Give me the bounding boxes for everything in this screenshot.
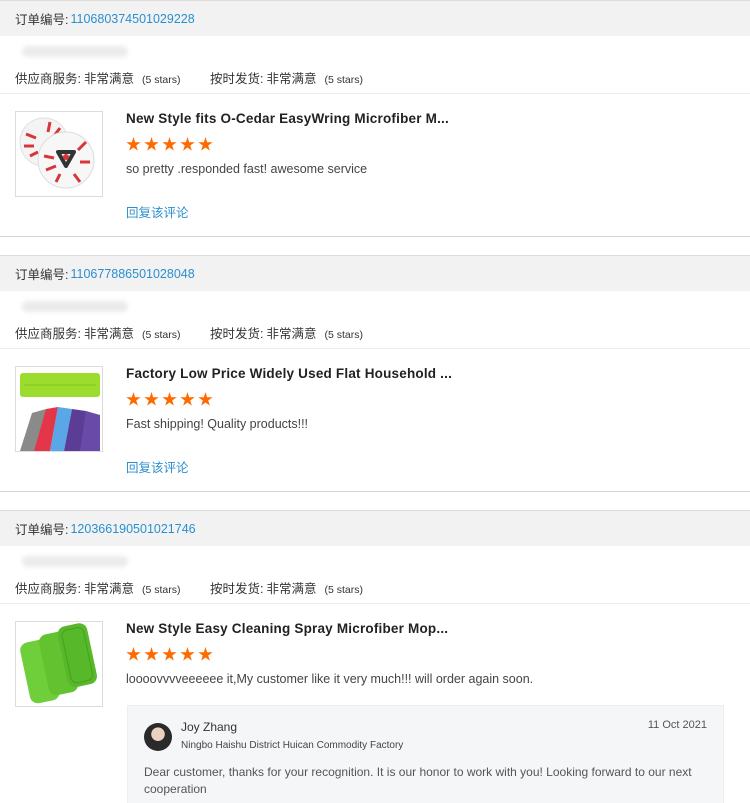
buyer-ratings-row: 供应商服务: 非常满意 (5 stars) 按时发货: 非常满意 (5 star… [0, 36, 750, 94]
on-time-label: 按时发货: [210, 72, 264, 86]
star-rating [126, 647, 213, 662]
star-icon [198, 137, 213, 151]
order-number-label: 订单编号: [15, 13, 69, 27]
green-spray-mop-pads-icon[interactable] [15, 621, 103, 707]
on-time-stars: (5 stars) [324, 329, 364, 341]
star-icon [162, 392, 177, 406]
product-review: New Style fits O-Cedar EasyWring Microfi… [0, 94, 750, 236]
order-header: 订单编号: 110680374501029228 [0, 0, 750, 36]
order-number-link[interactable]: 120366190501021746 [70, 522, 195, 536]
star-icon [126, 392, 141, 406]
star-icon [180, 647, 195, 661]
on-time-value: 非常满意 [266, 582, 317, 596]
star-icon [180, 392, 195, 406]
star-icon [180, 137, 195, 151]
product-title[interactable]: New Style Easy Cleaning Spray Microfiber… [126, 621, 448, 636]
product-review: New Style Easy Cleaning Spray Microfiber… [0, 604, 750, 803]
order-header: 订单编号: 120366190501021746 [0, 510, 750, 546]
section-gap [0, 492, 750, 510]
review-comment: Fast shipping! Quality products!!! [126, 417, 309, 431]
order-number-link[interactable]: 110677886501028048 [70, 267, 194, 281]
supplier-service-label: 供应商服务: [15, 327, 81, 341]
product-title[interactable]: New Style fits O-Cedar EasyWring Microfi… [126, 111, 449, 126]
star-icon [162, 137, 177, 151]
star-icon [198, 392, 213, 406]
order-number-label: 订单编号: [15, 268, 69, 282]
order-header: 订单编号: 110677886501028048 [0, 255, 750, 291]
star-icon [144, 392, 159, 406]
on-time-stars: (5 stars) [324, 74, 364, 86]
supplier-service-label: 供应商服务: [15, 72, 81, 86]
on-time-label: 按时发货: [210, 327, 264, 341]
star-icon [126, 647, 141, 661]
buyer-ratings-row: 供应商服务: 非常满意 (5 stars) 按时发货: 非常满意 (5 star… [0, 546, 750, 604]
star-icon [198, 647, 213, 661]
flat-mop-pads-icon[interactable] [15, 366, 103, 452]
seller-company[interactable]: Ningbo Haishu District Huican Commodity … [181, 740, 403, 751]
buyer-name-blurred [22, 301, 128, 312]
on-time-value: 非常满意 [266, 327, 317, 341]
reply-text: Dear customer, thanks for your recogniti… [144, 765, 692, 796]
supplier-service-label: 供应商服务: [15, 582, 81, 596]
product-title[interactable]: Factory Low Price Widely Used Flat House… [126, 366, 452, 381]
reply-to-review-link[interactable]: 回复该评论 [126, 202, 189, 221]
supplier-service-value: 非常满意 [83, 72, 134, 86]
star-icon [144, 137, 159, 151]
order-number-label: 订单编号: [15, 523, 69, 537]
reply-to-review-link[interactable]: 回复该评论 [126, 457, 189, 476]
supplier-service-stars: (5 stars) [142, 74, 181, 86]
seller-reply: Joy Zhang Ningbo Haishu District Huican … [127, 705, 724, 803]
buyer-name-blurred [22, 46, 128, 57]
supplier-service-stars: (5 stars) [142, 329, 181, 341]
product-review: Factory Low Price Widely Used Flat House… [0, 349, 750, 491]
order-number-link[interactable]: 110680374501029228 [70, 12, 194, 26]
star-rating [126, 392, 213, 407]
supplier-service-value: 非常满意 [83, 327, 134, 341]
order-card: 订单编号: 120366190501021746 供应商服务: 非常满意 (5 … [0, 510, 750, 803]
on-time-stars: (5 stars) [324, 584, 364, 596]
star-icon [162, 647, 177, 661]
supplier-service-value: 非常满意 [83, 582, 134, 596]
on-time-label: 按时发货: [210, 582, 264, 596]
reply-date: 11 Oct 2021 [647, 719, 707, 731]
buyer-ratings-row: 供应商服务: 非常满意 (5 stars) 按时发货: 非常满意 (5 star… [0, 291, 750, 349]
supplier-service-stars: (5 stars) [142, 584, 181, 596]
review-comment: loooovvvveeeeee it,My customer like it v… [126, 672, 534, 686]
review-comment: so pretty .responded fast! awesome servi… [126, 162, 368, 176]
round-mop-pads-icon[interactable] [15, 111, 103, 197]
star-icon [126, 137, 141, 151]
order-card: 订单编号: 110677886501028048 供应商服务: 非常满意 (5 … [0, 255, 750, 492]
order-card: 订单编号: 110680374501029228 供应商服务: 非常满意 (5 … [0, 0, 750, 237]
star-icon [144, 647, 159, 661]
on-time-value: 非常满意 [266, 72, 317, 86]
seller-name: Joy Zhang [181, 720, 238, 734]
buyer-name-blurred [22, 556, 128, 567]
star-rating [126, 137, 213, 152]
avatar [144, 723, 172, 751]
section-gap [0, 237, 750, 255]
